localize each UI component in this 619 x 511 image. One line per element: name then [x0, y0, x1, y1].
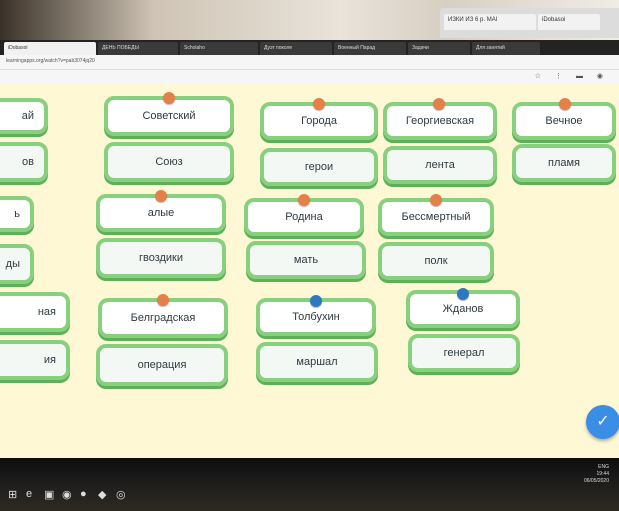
tray-language: ENG	[598, 464, 609, 470]
card-text: Вечное	[545, 115, 583, 127]
tab-idobasoi[interactable]: iDobasoi	[4, 42, 96, 55]
card-text: ь	[14, 208, 20, 220]
system-tray[interactable]: ENG 19:44 06/05/2020	[584, 464, 609, 485]
tab-lessons[interactable]: Для занятий	[472, 42, 540, 55]
pair-card-left[interactable]: ь	[0, 196, 34, 232]
url-text: learningapps.org/watch?v=pab3074jq20	[6, 58, 95, 64]
pin-icon[interactable]	[430, 194, 442, 206]
tab-scholaho[interactable]: Scholaho	[180, 42, 258, 55]
toolbar-row: ☆ ⋮ ▬ ◉	[0, 70, 619, 84]
card-text: гвоздики	[138, 252, 184, 264]
pin-icon[interactable]	[157, 294, 169, 306]
pair-card-left[interactable]: ная	[0, 292, 70, 332]
check-button[interactable]: ✓	[586, 405, 619, 439]
store-icon[interactable]: ▣	[44, 488, 54, 501]
pair-card-right[interactable]: операция	[96, 344, 228, 386]
check-icon: ✓	[596, 413, 610, 430]
pin-icon[interactable]	[310, 295, 322, 307]
card-text: Георгиевская	[405, 115, 475, 127]
tab-bar: iDobasoi ДЕНЬ ПОБЕДЫ Scholaho Дуэт покол…	[0, 40, 619, 55]
pair-card-right[interactable]: лента	[383, 146, 497, 184]
card-text: ная	[37, 306, 56, 318]
card-text: ды	[5, 258, 20, 270]
card-text: Родина	[285, 211, 323, 223]
card-text: пламя	[547, 157, 580, 169]
pin-icon[interactable]	[163, 92, 175, 104]
pair-card-left[interactable]: ай	[0, 98, 48, 134]
card-text: маршал	[296, 356, 338, 368]
card-text: Города	[301, 115, 337, 127]
tab-victory-day[interactable]: ДЕНЬ ПОБЕДЫ	[98, 42, 178, 55]
tab-duet[interactable]: Дуэт поколе	[260, 42, 332, 55]
card-text: генерал	[443, 347, 485, 359]
card-text: Бессмертный	[401, 211, 471, 223]
matching-game-area: ай ов Советский Союз Города герои Георги…	[0, 84, 619, 464]
pin-icon[interactable]	[313, 98, 325, 110]
pair-card-right[interactable]: ия	[0, 340, 70, 380]
browser-screen: iDobasoi ДЕНЬ ПОБЕДЫ Scholaho Дуэт покол…	[0, 40, 619, 511]
tray-time: 19:44	[596, 471, 609, 477]
pair-card-right[interactable]: Союз	[104, 142, 234, 182]
taskbar: ⊞ e ▣ ◉ ● ◆ ◎ ENG 19:44 06/05/2020	[0, 458, 619, 511]
pair-card-right[interactable]: мать	[246, 241, 366, 279]
card-text: Жданов	[442, 303, 484, 315]
card-text: Белградская	[130, 312, 196, 324]
card-text: Советский	[142, 110, 196, 122]
pair-card-right[interactable]: пламя	[512, 144, 616, 182]
card-text: ия	[43, 354, 56, 366]
pair-card-right[interactable]: гвоздики	[96, 238, 226, 278]
pair-card-right[interactable]: герои	[260, 148, 378, 186]
pair-card-right[interactable]: ды	[0, 244, 34, 284]
background-browser-window: ИЗКИ ИЗ 6 р. MAI iDobasoi	[440, 8, 619, 38]
card-text: Толбухин	[292, 311, 340, 323]
pin-icon[interactable]	[457, 288, 469, 300]
card-text: операция	[137, 359, 187, 371]
card-text: ай	[21, 110, 34, 122]
card-text: ов	[22, 156, 34, 168]
pin-icon[interactable]	[298, 194, 310, 206]
pin-icon[interactable]	[433, 98, 445, 110]
pair-card-right[interactable]: полк	[378, 242, 494, 280]
pair-card-right[interactable]: ов	[0, 142, 48, 182]
edge-icon[interactable]: e	[26, 488, 32, 500]
pin-icon[interactable]	[559, 98, 571, 110]
start-icon[interactable]: ⊞	[8, 488, 17, 501]
pair-card-right[interactable]: генерал	[408, 334, 520, 372]
address-bar[interactable]: learningapps.org/watch?v=pab3074jq20	[0, 55, 619, 70]
app-icon[interactable]: ◆	[98, 488, 106, 501]
firefox-icon[interactable]: ◉	[62, 488, 72, 501]
chrome-icon[interactable]: ◎	[116, 488, 126, 501]
extension-icons[interactable]: ☆ ⋮ ▬ ◉	[535, 72, 609, 80]
card-text: герои	[304, 161, 334, 173]
card-text: Союз	[155, 156, 183, 168]
tab-tasks[interactable]: Задачи	[408, 42, 470, 55]
background-tab[interactable]: ИЗКИ ИЗ 6 р. MAI	[444, 14, 536, 30]
pair-card-right[interactable]: маршал	[256, 342, 378, 382]
browser-icon[interactable]: ●	[80, 488, 87, 500]
tab-parade[interactable]: Военный Парад	[334, 42, 406, 55]
tray-date: 06/05/2020	[583, 478, 609, 484]
card-text: лента	[425, 159, 455, 171]
card-text: алые	[147, 207, 175, 219]
pin-icon[interactable]	[155, 190, 167, 202]
card-text: полк	[424, 255, 448, 267]
background-tab[interactable]: iDobasoi	[538, 14, 600, 30]
card-text: мать	[293, 254, 319, 266]
